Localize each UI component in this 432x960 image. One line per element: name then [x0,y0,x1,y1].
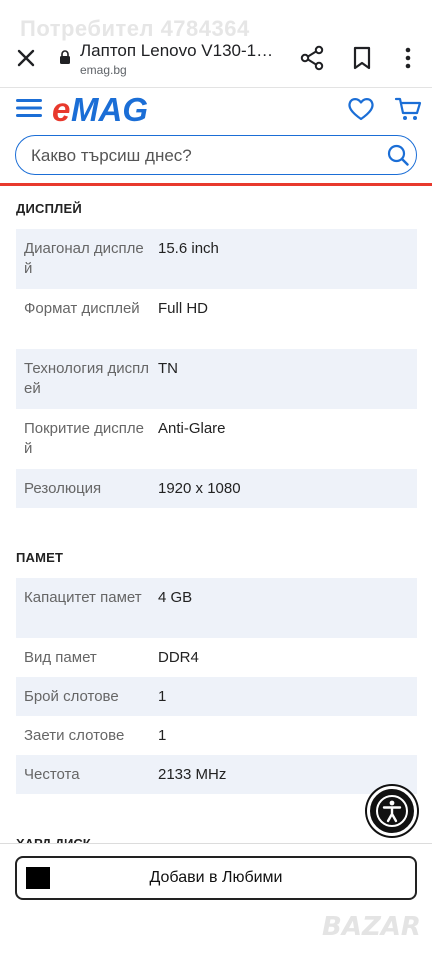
search-input[interactable] [31,146,371,166]
spec-row: Брой слотове 1 [16,677,417,716]
share-icon[interactable] [300,45,324,71]
spec-label: Формат дисплей [24,300,140,317]
bottom-action-bar: Добави в Любими [0,843,432,911]
header-divider [0,183,432,186]
search-bar [15,135,417,175]
spec-label: Резолюция [24,480,102,497]
spec-row: Резолюция 1920 x 1080 [16,469,417,508]
spec-value: 1920 x 1080 [158,480,241,497]
spec-value: DDR4 [158,649,199,666]
spec-label: Технология дисплей [24,360,150,397]
menu-icon[interactable] [16,98,42,118]
section-title-display: ДИСПЛЕЙ [16,201,82,216]
spec-label: Брой слотове [24,688,119,705]
spec-row: Капацитет памет 4 GB [16,578,417,638]
spec-row: Формат дисплей Full HD [16,289,417,349]
emag-logo[interactable]: e MAG [52,91,160,127]
spec-label: Вид памет [24,649,97,666]
add-to-favorites-button[interactable]: Добави в Любими [15,856,417,900]
spec-value: 2133 MHz [158,766,227,783]
spec-row: Заети слотове 1 [16,716,417,755]
accessibility-button[interactable] [367,786,417,836]
bazar-watermark: BAZAR [322,912,421,942]
spec-label: Капацитет памет [24,589,142,606]
section-title-memory: ПАМЕТ [16,550,64,565]
more-icon[interactable] [398,46,418,70]
spec-value: 4 GB [158,589,193,606]
spec-row: Покритие дисплей Anti-Glare [16,409,417,469]
add-to-favorites-label: Добави в Любими [149,869,283,886]
page-url[interactable]: emag.bg [80,63,127,77]
spec-label: Диагонал дисплей [24,240,144,277]
heart-icon[interactable] [347,96,375,122]
spec-value: 1 [158,688,167,705]
spec-row: Технология дисплей TN [16,349,417,409]
spec-value: Full HD [158,300,209,317]
spec-row: Диагонал дисплей 15.6 inch [16,229,417,289]
spec-label: Покритие дисплей [24,420,145,457]
spec-label: Заети слотове [24,727,125,744]
close-icon[interactable] [12,44,40,72]
accessibility-icon [376,795,408,827]
user-watermark: Потребител 4784364 [20,16,250,41]
cart-icon[interactable] [394,96,422,122]
spec-value: Anti-Glare [158,420,226,437]
lock-icon [60,50,70,64]
spec-label: Честота [24,766,80,783]
search-icon[interactable] [387,144,409,166]
svg-text:e: e [52,91,70,127]
page-title[interactable]: Лаптоп Lenovo V130-15… [80,41,280,61]
bookmark-icon[interactable] [352,46,372,70]
browser-toolbar: Потребител 4784364 Лаптоп Lenovo V130-15… [0,0,432,88]
spec-value: 1 [158,727,167,744]
spec-row: Честота 2133 MHz [16,755,417,794]
spec-row: Вид памет DDR4 [16,638,417,677]
site-header: e MAG [0,88,432,186]
spec-value: TN [158,360,178,377]
spec-value: 15.6 inch [158,240,219,257]
svg-text:MAG: MAG [71,91,148,127]
